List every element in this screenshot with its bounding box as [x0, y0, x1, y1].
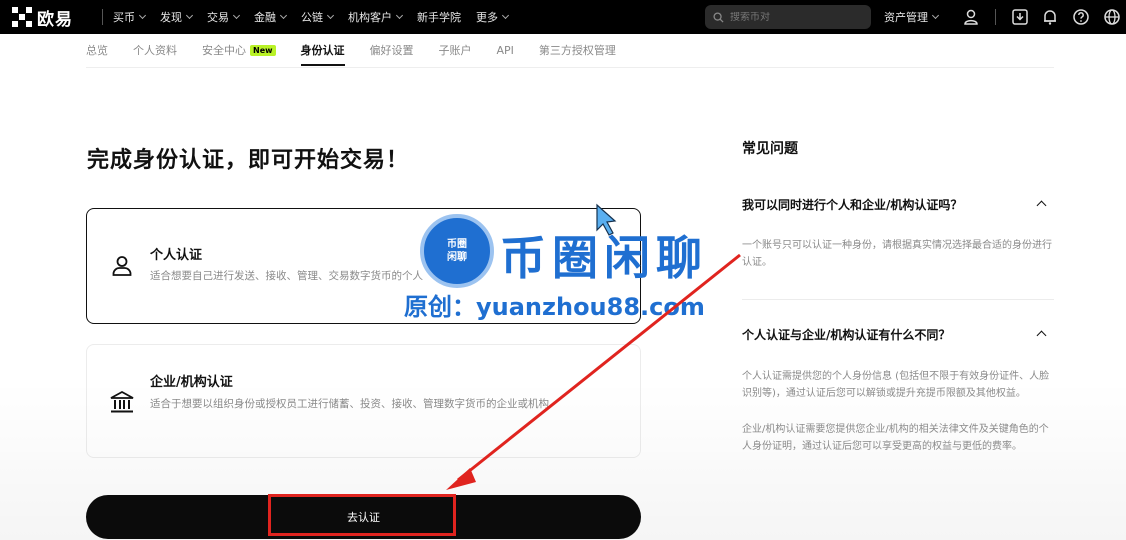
nav-item-trade[interactable]: 交易 — [207, 9, 241, 25]
globe-icon[interactable] — [1103, 8, 1121, 26]
okx-logo-icon — [12, 7, 32, 27]
chevron-down-icon — [138, 11, 147, 20]
nav-item-buy[interactable]: 买币 — [113, 9, 147, 25]
chevron-down-icon — [326, 11, 335, 20]
person-icon — [112, 256, 132, 276]
asset-management-menu[interactable]: 资产管理 — [884, 0, 940, 34]
chevron-down-icon — [232, 11, 241, 20]
chevron-down-icon — [185, 11, 194, 20]
faq-title: 常见问题 — [742, 141, 798, 157]
watermark-title: 币圈闲聊 — [500, 231, 708, 285]
user-icon[interactable] — [962, 8, 980, 26]
tab-overview[interactable]: 总览 — [86, 34, 108, 66]
card-description: 适合于想要以组织身份或授权员工进行储蓄、投资、接收、管理数字货币的企业或机构 — [150, 398, 549, 410]
chevron-down-icon — [279, 11, 288, 20]
tab-third-party-auth[interactable]: 第三方授权管理 — [539, 34, 616, 66]
chevron-up-icon[interactable] — [1036, 200, 1047, 211]
watermark-subtitle: 原创：yuanzhou88.com — [404, 293, 705, 321]
nav-item-chain[interactable]: 公链 — [301, 9, 335, 25]
search-input[interactable] — [730, 11, 870, 23]
top-navigation-bar: 欧易 买币 发现 交易 金融 公链 机构客户 新手学院 更多 资产管理 — [0, 0, 1126, 34]
faq-divider — [742, 299, 1054, 300]
bank-icon — [110, 390, 134, 413]
nav-divider — [102, 9, 103, 25]
card-title: 企业/机构认证 — [150, 375, 233, 390]
help-icon[interactable] — [1072, 8, 1090, 26]
chevron-down-icon — [931, 11, 940, 20]
brand-logo[interactable]: 欧易 — [12, 5, 102, 30]
account-tabs: 总览 个人资料 安全中心 New 身份认证 偏好设置 子账户 API 第三方授权管… — [86, 34, 641, 66]
annotation-highlight-box — [268, 494, 456, 536]
nav-divider — [995, 9, 996, 25]
search-box[interactable] — [705, 5, 871, 29]
arrow-head — [446, 468, 476, 490]
card-title: 个人认证 — [150, 248, 203, 263]
faq-answer: 个人认证需提供您的个人身份信息 (包括但不限于有效身份证件、人脸识别等)，通过认… — [742, 371, 1050, 399]
tab-security[interactable]: 安全中心 New — [202, 34, 276, 66]
tab-sub-accounts[interactable]: 子账户 — [439, 34, 472, 66]
tab-preferences[interactable]: 偏好设置 — [370, 34, 414, 66]
faq-answer: 企业/机构认证需要您提供您企业/机构的相关法律文件及关键角色的个人身份证明，通过… — [742, 424, 1049, 452]
chevron-down-icon — [501, 11, 510, 20]
tabs-divider — [86, 67, 1054, 68]
watermark-seal: 币圈 闲聊 — [420, 214, 494, 288]
faq-question[interactable]: 我可以同时进行个人和企业/机构认证吗？ — [742, 196, 962, 213]
brand-name: 欧易 — [37, 9, 73, 30]
nav-item-discover[interactable]: 发现 — [160, 9, 194, 25]
search-icon — [713, 11, 724, 23]
faq-answer: 一个账号只可以认证一种身份，请根据真实情况选择最合适的身份进行认证。 — [742, 240, 1052, 268]
nav-item-finance[interactable]: 金融 — [254, 9, 288, 25]
new-badge: New — [250, 44, 276, 56]
bell-icon[interactable] — [1041, 8, 1059, 26]
nav-item-academy[interactable]: 新手学院 — [417, 9, 461, 25]
chevron-down-icon — [395, 11, 404, 20]
chevron-up-icon[interactable] — [1036, 330, 1047, 341]
nav-item-more[interactable]: 更多 — [476, 9, 510, 25]
download-icon[interactable] — [1011, 8, 1029, 26]
tab-profile[interactable]: 个人资料 — [133, 34, 177, 66]
tab-api[interactable]: API — [497, 34, 514, 66]
faq-question[interactable]: 个人认证与企业/机构认证有什么不同？ — [742, 326, 950, 343]
nav-item-institutional[interactable]: 机构客户 — [348, 9, 404, 25]
institutional-verification-card[interactable]: 企业/机构认证 适合于想要以组织身份或授权员工进行储蓄、投资、接收、管理数字货币… — [86, 344, 641, 458]
page-title: 完成身份认证，即可开始交易！ — [87, 148, 410, 173]
tab-identity-verification[interactable]: 身份认证 — [300, 34, 345, 66]
